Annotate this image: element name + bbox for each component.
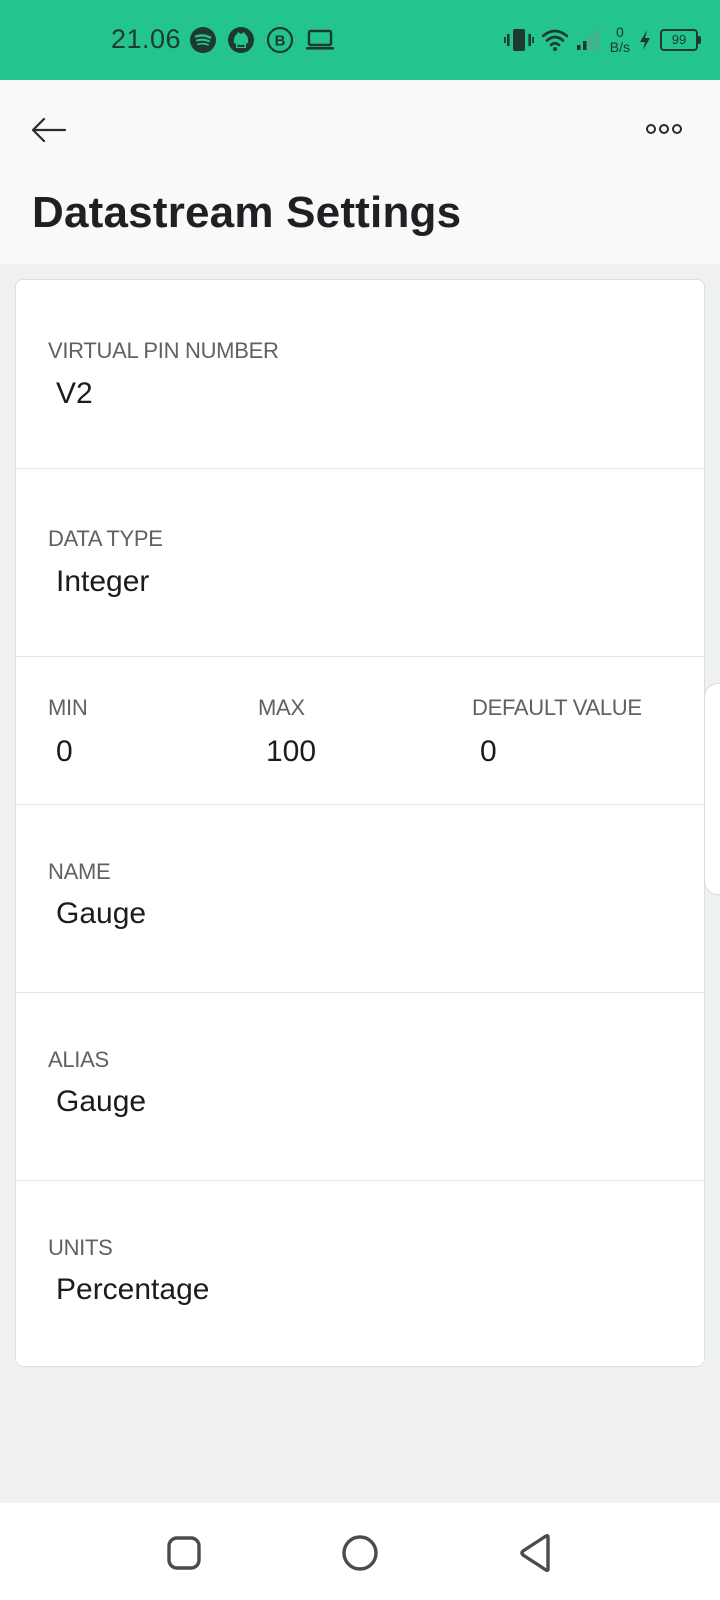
name-value: Gauge [56,897,147,930]
min-value: 0 [56,735,73,768]
svg-text:B: B [275,33,286,50]
virtual-pin-label: VIRTUAL PIN NUMBER [48,338,279,363]
alias-label: ALIAS [48,1047,109,1072]
more-options-button[interactable] [644,116,684,142]
charging-icon [640,30,650,50]
back-button[interactable] [30,110,70,150]
battery-level: 99 [671,32,687,47]
laptop-icon [306,29,334,50]
name-field[interactable]: NAME Gauge [16,805,704,993]
wifi-icon [541,29,568,51]
max-field[interactable]: MAX 100 [226,657,440,804]
b-circle-icon: B [266,26,294,54]
status-notification-icons: B [190,25,346,55]
data-type-value: Integer [56,565,150,598]
net-speed-indicator: 0 B/s [610,25,630,55]
status-time: 21.06 [111,24,182,54]
default-value-value: 0 [480,735,497,768]
page-title: Datastream Settings [32,188,462,237]
recents-button[interactable] [162,1531,206,1575]
github-icon [228,27,254,53]
net-speed-value: 0 [615,24,624,40]
status-bar: 21.06 B 0 B/s 99 [0,0,720,80]
net-speed-unit: B/s [609,39,630,55]
arrow-left-icon [31,117,67,143]
back-triangle-icon [520,1533,550,1573]
min-label: MIN [48,695,88,720]
nav-back-button[interactable] [514,1531,558,1575]
edge-panel-handle[interactable] [704,683,720,895]
spotify-icon [190,27,216,53]
home-button[interactable] [338,1531,382,1575]
data-type-label: DATA TYPE [48,526,163,551]
name-label: NAME [48,859,111,884]
units-label: UNITS [48,1235,113,1260]
max-value: 100 [266,735,317,768]
range-fields-row: MIN 0 MAX 100 DEFAULT VALUE 0 [16,657,704,805]
min-field[interactable]: MIN 0 [16,657,226,804]
default-value-field[interactable]: DEFAULT VALUE 0 [440,657,704,804]
alias-value: Gauge [56,1085,147,1118]
system-nav-bar [0,1503,720,1600]
app-header: Datastream Settings [0,80,720,264]
home-circle-icon [342,1535,378,1571]
units-field[interactable]: UNITS Percentage [16,1181,704,1366]
status-system-icons: 0 B/s 99 [496,22,701,58]
virtual-pin-field[interactable]: VIRTUAL PIN NUMBER V2 [16,280,704,469]
signal-icon [576,30,599,50]
battery-icon: 99 [660,29,701,51]
recents-square-icon [167,1536,201,1570]
vibrate-icon [503,29,534,51]
units-value: Percentage [56,1273,210,1306]
virtual-pin-value: V2 [56,377,93,410]
alias-field[interactable]: ALIAS Gauge [16,993,704,1181]
max-label: MAX [258,695,305,720]
data-type-field[interactable]: DATA TYPE Integer [16,469,704,657]
more-horizontal-icon [646,124,682,134]
datastream-settings-card: VIRTUAL PIN NUMBER V2 DATA TYPE Integer … [15,279,705,1367]
default-value-label: DEFAULT VALUE [472,695,642,720]
